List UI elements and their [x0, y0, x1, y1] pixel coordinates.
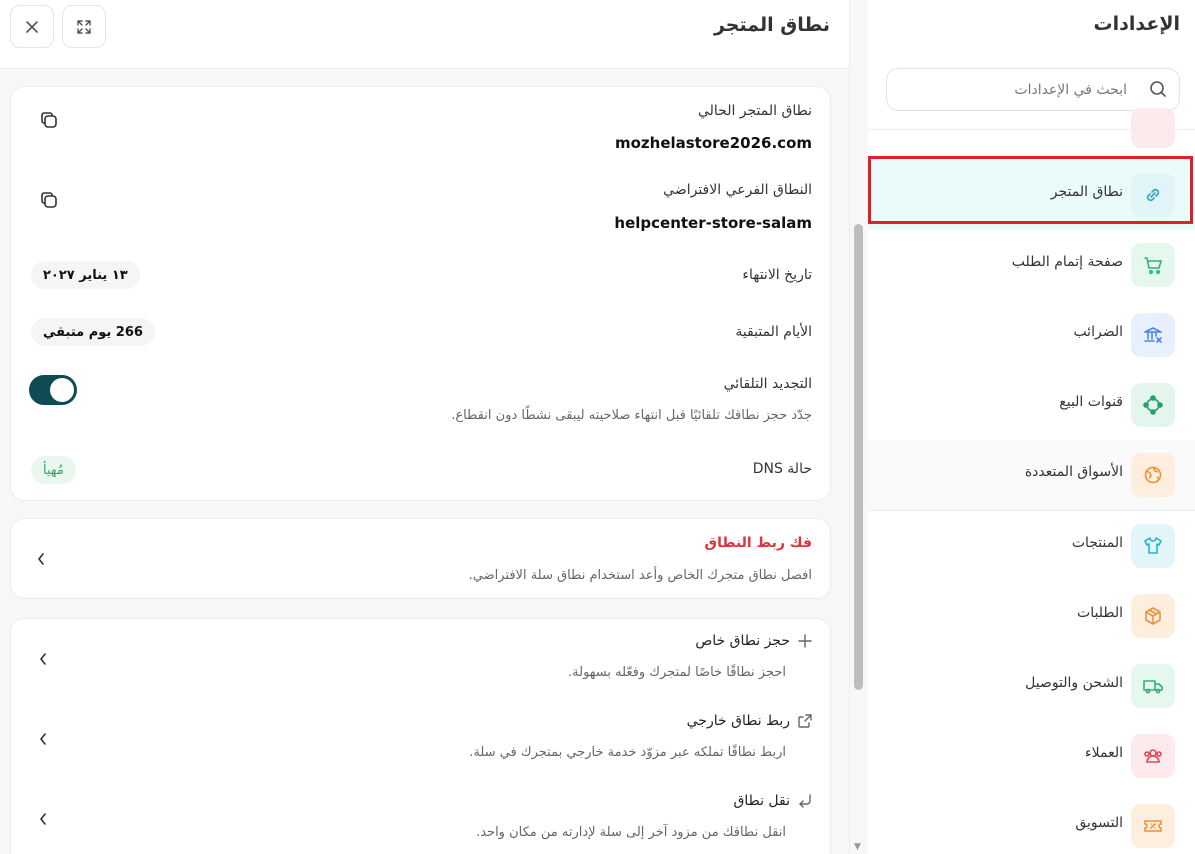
days-remaining-badge: 266 يوم متبقي — [31, 318, 155, 346]
sidebar-item-label: الطلبات — [1077, 605, 1123, 621]
panel-content: نطاق المتجر الحالي mozhelastore2026.com … — [0, 70, 849, 854]
days-remaining-label: الأيام المتبقية — [735, 324, 812, 340]
unlink-domain-description: افصل نطاق متجرك الخاص وأعد استخدام نطاق … — [468, 568, 812, 583]
option-title-text: حجز نطاق خاص — [695, 633, 790, 649]
copy-subdomain-button[interactable] — [37, 188, 61, 212]
return-arrow-icon — [798, 794, 812, 808]
sidebar-item-partial[interactable] — [1131, 108, 1175, 148]
sidebar-item-marketing[interactable]: التسويق — [868, 791, 1195, 854]
default-subdomain-value: helpcenter-store-salam — [614, 214, 812, 232]
close-icon — [26, 20, 38, 33]
option-title: ربط نطاق خارجي — [687, 713, 812, 729]
bank-icon — [1131, 313, 1175, 357]
shirt-icon — [1131, 524, 1175, 568]
default-subdomain-label: النطاق الفرعي الافتراضي — [663, 182, 812, 198]
sidebar-item-checkout[interactable]: صفحة إتمام الطلب — [868, 230, 1195, 300]
sidebar-item-multi-markets[interactable]: الأسواق المتعددة — [868, 440, 1195, 510]
domain-panel: نطاق المتجر نطاق المتجر الحالي mozhelast… — [0, 0, 850, 854]
auto-renew-label: التجديد التلقائي — [723, 376, 812, 392]
expand-icon — [77, 19, 91, 34]
sidebar-item-taxes[interactable]: الضرائب — [868, 300, 1195, 370]
cart-icon — [1131, 243, 1175, 287]
search-input[interactable] — [897, 69, 1127, 110]
sidebar-item-label: قنوات البيع — [1059, 394, 1123, 410]
chevron-left-icon — [35, 731, 51, 747]
expand-button[interactable] — [62, 5, 106, 48]
option-title: حجز نطاق خاص — [695, 633, 812, 649]
selection-highlight — [868, 156, 1193, 224]
scroll-down-arrow[interactable]: ▼ — [854, 842, 864, 852]
settings-search — [886, 68, 1180, 111]
channels-icon — [1131, 383, 1175, 427]
option-description: انقل نطاقك من مزود آخر إلى سلة لإدارته م… — [476, 825, 786, 840]
app-window: نطاق المتجر نطاق المتجر الحالي mozhelast… — [0, 0, 1195, 854]
sidebar-item-label: الشحن والتوصيل — [1025, 675, 1123, 691]
sidebar-divider — [868, 129, 1195, 130]
sidebar-item-products[interactable]: المنتجات — [868, 511, 1195, 581]
option-title-text: نقل نطاق — [733, 793, 790, 809]
sidebar-item-label: العملاء — [1085, 745, 1123, 761]
option-description: اربط نطاقًا تملكه عبر مزوّد خدمة خارجي ب… — [469, 745, 786, 760]
copy-icon — [41, 112, 57, 128]
expiry-date-badge: ١٣ يناير ٢٠٢٧ — [31, 261, 140, 289]
content-scrollbar[interactable] — [854, 224, 863, 690]
unlink-domain-title: فك ربط النطاق — [704, 535, 812, 551]
sidebar-item-orders[interactable]: الطلبات — [868, 581, 1195, 651]
chevron-left-icon — [35, 651, 51, 667]
dns-status-label: حالة DNS — [752, 461, 812, 477]
search-icon — [1149, 80, 1167, 102]
close-button[interactable] — [10, 5, 54, 48]
settings-sidebar: الإعدادات نطاق المتجر صفحة إتمام الطلب — [868, 0, 1195, 854]
expiry-label: تاريخ الانتهاء — [742, 267, 812, 283]
sidebar-title: الإعدادات — [1093, 13, 1180, 35]
option-title-text: ربط نطاق خارجي — [686, 713, 790, 729]
external-link-icon — [798, 714, 812, 728]
copy-icon — [41, 192, 57, 208]
page-title: نطاق المتجر — [713, 14, 830, 36]
sidebar-item-label: صفحة إتمام الطلب — [1011, 254, 1123, 270]
panel-header: نطاق المتجر — [0, 0, 849, 69]
sidebar-item-customers[interactable]: العملاء — [868, 721, 1195, 791]
sidebar-item-sales-channels[interactable]: قنوات البيع — [868, 370, 1195, 440]
domain-details-card: نطاق المتجر الحالي mozhelastore2026.com … — [10, 86, 831, 501]
ticket-icon — [1131, 804, 1175, 848]
auto-renew-toggle[interactable] — [29, 375, 77, 405]
option-title: نقل نطاق — [733, 793, 812, 809]
plus-icon — [798, 634, 812, 648]
sidebar-item-label: المنتجات — [1071, 535, 1123, 551]
chevron-left-icon — [35, 811, 51, 827]
sidebar-item-label: الضرائب — [1073, 324, 1123, 340]
copy-domain-button[interactable] — [37, 108, 61, 132]
box-icon — [1131, 594, 1175, 638]
current-domain-value: mozhelastore2026.com — [614, 134, 812, 152]
sidebar-item-shipping[interactable]: الشحن والتوصيل — [868, 651, 1195, 721]
chevron-left-icon — [33, 551, 49, 567]
truck-icon — [1131, 664, 1175, 708]
unlink-domain-card[interactable]: فك ربط النطاق افصل نطاق متجرك الخاص وأعد… — [10, 518, 831, 599]
toggle-knob — [50, 378, 74, 402]
domain-options-card: حجز نطاق خاص احجز نطاقًا خاصًا لمتجرك وف… — [10, 618, 831, 854]
users-icon — [1131, 734, 1175, 778]
globe-icon — [1131, 453, 1175, 497]
sidebar-item-label: الأسواق المتعددة — [1024, 464, 1123, 480]
sidebar-item-label: التسويق — [1075, 815, 1123, 831]
auto-renew-description: جدّد حجز نطاقك تلقائيًا قبل انتهاء صلاحي… — [451, 408, 812, 423]
option-description: احجز نطاقًا خاصًا لمتجرك وفعّله بسهولة. — [568, 665, 786, 680]
current-domain-label: نطاق المتجر الحالي — [697, 103, 812, 119]
dns-status-badge: مُهيأ — [31, 456, 76, 484]
